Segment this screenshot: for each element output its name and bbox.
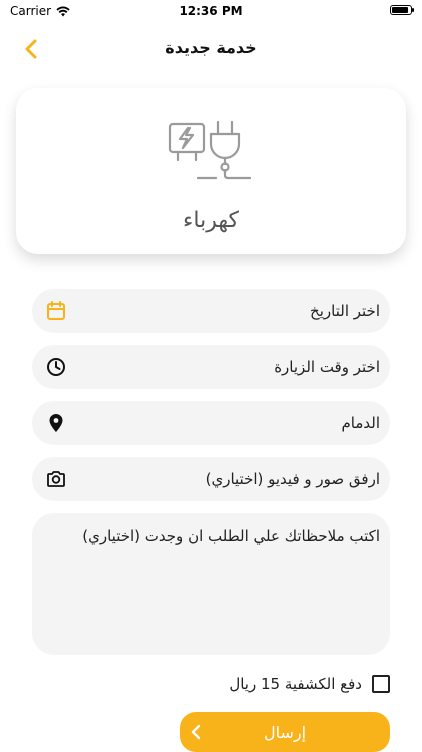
status-bar: Carrier 12:36 PM (0, 0, 422, 24)
location-field-label: الدمام (341, 414, 380, 432)
inspection-fee-row: دفع الكشفية 15 ريال (228, 674, 390, 694)
calendar-icon (46, 301, 66, 321)
inspection-fee-label: دفع الكشفية 15 ريال (229, 675, 362, 693)
inspection-fee-checkbox[interactable] (372, 675, 390, 693)
nav-header: خدمة جديدة (0, 28, 422, 68)
service-card: كهرباء (16, 88, 406, 254)
time-field-label: اختر وقت الزيارة (274, 358, 380, 376)
location-field[interactable]: الدمام (32, 401, 390, 445)
service-name: كهرباء (183, 208, 239, 233)
chevron-left-icon (191, 724, 201, 740)
attachments-field[interactable]: ارفق صور و فيديو (اختياري) (32, 457, 390, 501)
date-field[interactable]: اختر التاريخ (32, 289, 390, 333)
time-field[interactable]: اختر وقت الزيارة (32, 345, 390, 389)
battery-icon (390, 5, 414, 15)
camera-icon (46, 469, 66, 489)
submit-button[interactable]: إرسال (180, 712, 390, 752)
date-field-label: اختر التاريخ (310, 302, 380, 320)
electric-plug-icon (168, 120, 254, 186)
status-time: 12:36 PM (179, 4, 243, 18)
page-title: خدمة جديدة (165, 38, 257, 57)
location-pin-icon (46, 413, 66, 433)
attachments-field-label: ارفق صور و فيديو (اختياري) (205, 470, 380, 488)
clock-icon (46, 357, 66, 377)
submit-button-label: إرسال (263, 722, 307, 742)
notes-input[interactable] (32, 513, 390, 655)
